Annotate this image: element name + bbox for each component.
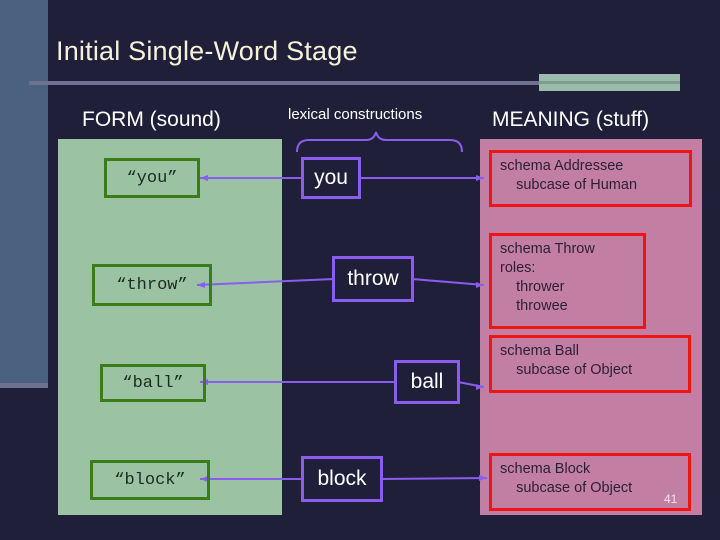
page-title: Initial Single-Word Stage [56, 36, 358, 66]
meaning-box-block[interactable]: schema Block subcase of Object [489, 453, 691, 511]
form-box-you[interactable]: “you” [104, 158, 200, 198]
lexical-box-block[interactable]: block [301, 456, 383, 502]
left-accent-bar [0, 0, 48, 383]
meaning-box-throw[interactable]: schema Throw roles: thrower throwee [489, 233, 646, 329]
slide-canvas: Initial Single-Word Stage FORM (sound) l… [0, 0, 720, 540]
lexical-brace-icon [296, 131, 463, 153]
column-header-lexical: lexical constructions [288, 106, 423, 123]
form-box-ball[interactable]: “ball” [100, 364, 206, 402]
column-header-meaning: MEANING (stuff) [492, 108, 650, 131]
meaning-box-ball[interactable]: schema Ball subcase of Object [489, 335, 691, 393]
column-header-form: FORM (sound) [82, 108, 221, 131]
lexical-box-you[interactable]: you [301, 157, 361, 199]
connector-meaning-block [381, 477, 488, 480]
form-box-throw[interactable]: “throw” [92, 264, 212, 306]
lexical-box-throw[interactable]: throw [332, 256, 414, 302]
connector-meaning-throw [411, 278, 485, 286]
slide-number: 41 [664, 492, 678, 506]
meaning-box-addressee[interactable]: schema Addressee subcase of Human [489, 150, 692, 207]
lexical-box-ball[interactable]: ball [394, 360, 460, 404]
left-accent-bar-foot [0, 383, 48, 388]
form-box-block[interactable]: “block” [90, 460, 210, 500]
title-accent-bar-line [539, 81, 680, 84]
